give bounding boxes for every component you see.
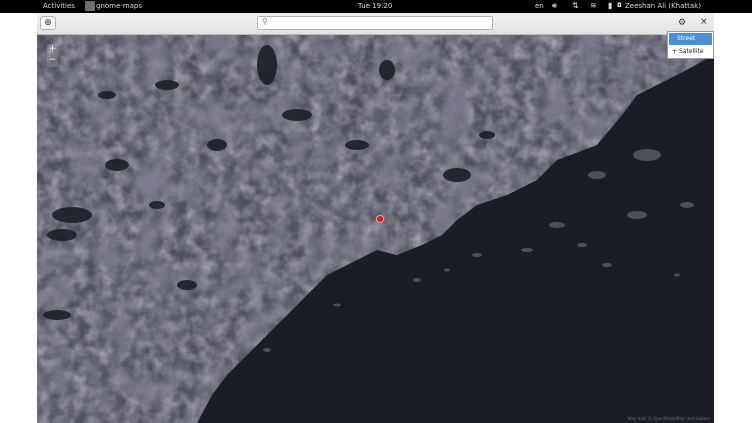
map-type-street-label: Street: [677, 35, 696, 42]
map-type-satellite[interactable]: + Satellite: [668, 46, 713, 58]
map-type-satellite-label: Satellite: [678, 48, 704, 55]
satellite-imagery: [37, 35, 714, 423]
map-attribution: Map data © OpenStreetMap contributors: [627, 416, 710, 421]
search-entry[interactable]: ⚲: [257, 16, 493, 30]
clock[interactable]: Tue 19:20: [358, 2, 392, 10]
activities-button[interactable]: Activities: [43, 2, 75, 10]
locate-button[interactable]: ⊕: [40, 16, 56, 30]
wifi-icon[interactable]: ≋: [590, 1, 597, 10]
map-view[interactable]: + − Map data © OpenStreetMap contributor…: [37, 35, 714, 423]
chat-icon[interactable]: ◘: [617, 2, 622, 9]
input-language[interactable]: en: [535, 2, 544, 10]
map-type-button[interactable]: ⚙: [674, 16, 690, 30]
search-icon: ⚲: [262, 17, 268, 26]
app-icon: [85, 1, 95, 11]
volume-icon[interactable]: 🔊︎: [552, 1, 557, 11]
battery-icon[interactable]: ▮: [608, 1, 612, 10]
gnome-top-bar: Activities gnome-maps Tue 19:20 en 🔊︎ ⇅ …: [0, 0, 752, 13]
location-marker[interactable]: [376, 215, 384, 223]
crosshair-icon: ⊕: [44, 18, 52, 28]
header-bar: ⊕ ⚲ ⚙ ×: [37, 13, 714, 35]
close-button[interactable]: ×: [700, 17, 708, 27]
radio-icon: +: [672, 48, 678, 55]
user-menu[interactable]: Zeeshan Ali (Khattak): [625, 2, 701, 10]
map-type-popover: Street + Satellite: [667, 31, 714, 59]
zoom-in-button[interactable]: +: [47, 44, 58, 55]
search-input[interactable]: [272, 17, 487, 29]
close-icon: ×: [700, 17, 708, 27]
network-icon[interactable]: ⇅: [572, 1, 579, 10]
zoom-out-button[interactable]: −: [47, 55, 58, 66]
gear-icon: ⚙: [677, 18, 687, 28]
app-menu[interactable]: gnome-maps: [96, 2, 142, 10]
zoom-controls: + −: [47, 44, 58, 67]
map-type-street[interactable]: Street: [669, 33, 712, 45]
